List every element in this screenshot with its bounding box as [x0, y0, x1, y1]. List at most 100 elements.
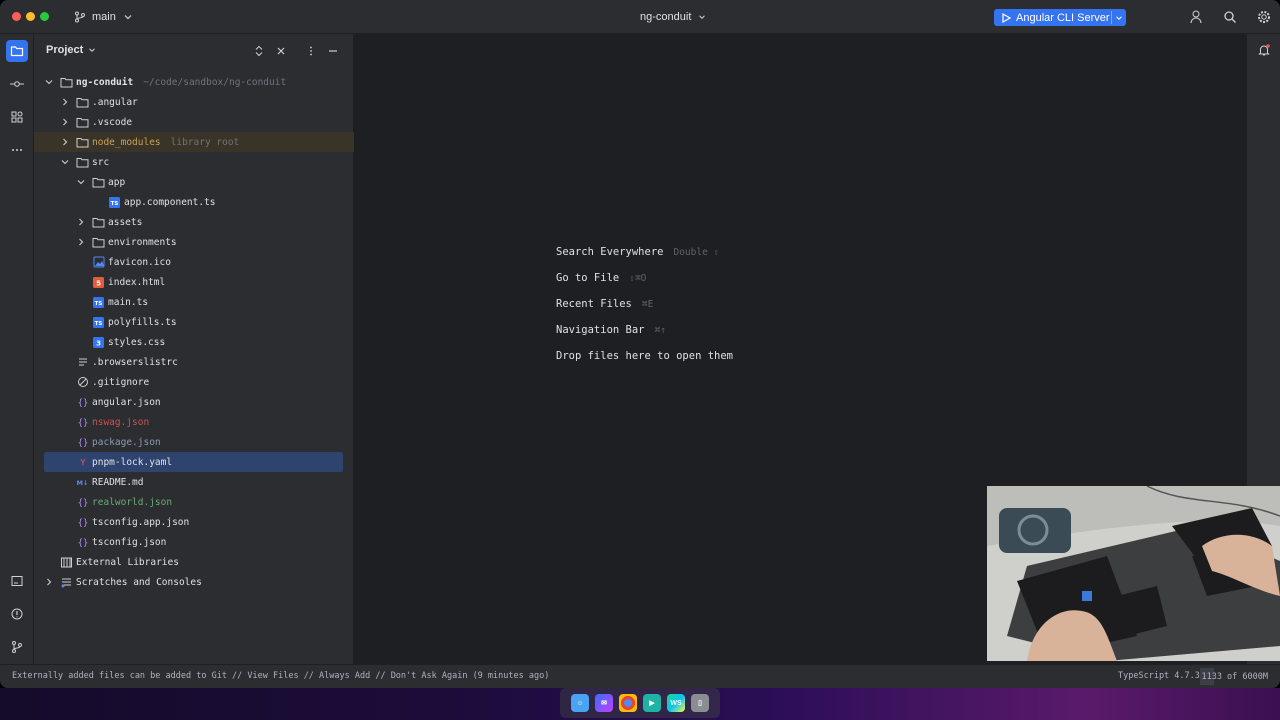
tree-item[interactable]: .browserslistrc	[34, 352, 354, 372]
close-icon[interactable]	[274, 44, 288, 58]
tree-item[interactable]: 3 styles.css	[34, 332, 354, 352]
messenger-icon[interactable]: ✉	[595, 694, 613, 712]
run-configuration-button[interactable]: Angular CLI Server	[994, 9, 1126, 26]
project-tool-button[interactable]	[6, 40, 28, 62]
minimize-icon[interactable]	[326, 44, 340, 58]
project-name: ng-conduit	[640, 11, 692, 23]
more-vertical-icon[interactable]	[304, 44, 318, 58]
tree-item[interactable]: favicon.ico	[34, 252, 354, 272]
chrome-icon[interactable]	[619, 694, 637, 712]
tree-item-name: README.md	[92, 476, 144, 488]
tree-item[interactable]: node_modules library root	[34, 132, 354, 152]
image-file-icon	[92, 256, 105, 269]
structure-tool-button[interactable]	[6, 106, 28, 128]
chevron-right-icon[interactable]	[60, 97, 70, 107]
tree-item[interactable]: {} realworld.json	[34, 492, 354, 512]
editor-hint: Search Everywhere Double ⇧	[556, 246, 719, 258]
tree-item-name: .browserslistrc	[92, 356, 178, 368]
tree-item[interactable]: .gitignore	[34, 372, 354, 392]
chevron-down-icon[interactable]	[76, 177, 86, 187]
tree-item[interactable]: ng-conduit ~/code/sandbox/ng-conduit	[34, 72, 354, 92]
gitignore-file-icon	[76, 376, 89, 389]
svg-text:{}: {}	[77, 399, 88, 409]
finder-icon[interactable]: ☺	[571, 694, 589, 712]
svg-text:TS: TS	[95, 321, 103, 327]
language-version-widget[interactable]: TypeScript 4.7.3	[1118, 671, 1200, 681]
chevron-down-icon[interactable]	[44, 77, 54, 87]
project-panel: Project ng-conduit ~/code/sandbox/ng-cond…	[34, 34, 354, 664]
chevron-down-icon[interactable]	[60, 157, 70, 167]
tree-item[interactable]: 5 index.html	[34, 272, 354, 292]
tree-item[interactable]: TS app.component.ts	[34, 192, 354, 212]
chevron-right-icon[interactable]	[60, 137, 70, 147]
tree-item-name: styles.css	[108, 336, 166, 348]
project-view-selector[interactable]: Project	[46, 44, 97, 56]
tree-item-label: app.component.ts	[124, 197, 216, 208]
tree-item[interactable]: environments	[34, 232, 354, 252]
problems-tool-button[interactable]	[6, 603, 28, 625]
editor-hint-shortcut: Double ⇧	[673, 247, 720, 258]
status-message[interactable]: Externally added files can be added to G…	[12, 671, 549, 681]
git-tool-button[interactable]	[6, 636, 28, 658]
expand-collapse-icon[interactable]	[252, 44, 266, 58]
tree-item-name: pnpm-lock.yaml	[92, 456, 173, 468]
memory-indicator[interactable]: 1133 of 6000M	[1200, 668, 1272, 685]
tree-item[interactable]: Scratches and Consoles	[34, 572, 354, 592]
app-icon[interactable]: ▶	[643, 694, 661, 712]
chevron-right-icon[interactable]	[60, 117, 70, 127]
trash-icon[interactable]: ▯	[691, 694, 709, 712]
tree-item-label: node_modules library root	[92, 137, 239, 148]
svg-text:{}: {}	[77, 539, 88, 549]
tree-item[interactable]: .vscode	[34, 112, 354, 132]
project-widget[interactable]: ng-conduit	[640, 9, 707, 25]
tree-item-name: favicon.ico	[108, 256, 171, 268]
webstorm-icon[interactable]: WS	[667, 694, 685, 712]
tree-item-name: app.component.ts	[124, 196, 216, 208]
branch-widget[interactable]: main	[74, 9, 134, 25]
run-configuration-label: Angular CLI Server	[1016, 11, 1110, 24]
tree-item[interactable]: {} tsconfig.app.json	[34, 512, 354, 532]
gear-icon[interactable]	[1256, 9, 1272, 25]
run-config-dropdown[interactable]	[1112, 13, 1126, 23]
tree-item[interactable]: TS main.ts	[34, 292, 354, 312]
editor-hint-label: Drop files here to open them	[556, 350, 734, 362]
tree-item[interactable]: {} package.json	[34, 432, 354, 452]
tree-item-label: .gitignore	[92, 377, 149, 388]
tree-item[interactable]: {} angular.json	[34, 392, 354, 412]
tree-item-name: src	[92, 156, 110, 168]
tree-item[interactable]: src	[34, 152, 354, 172]
chevron-right-icon[interactable]	[44, 577, 54, 587]
editor-hint-label: Recent Files	[556, 298, 632, 310]
commit-tool-button[interactable]	[6, 73, 28, 95]
add-user-icon[interactable]	[1189, 9, 1205, 25]
editor-hint: Drop files here to open them	[556, 350, 733, 362]
folder-icon	[92, 236, 105, 249]
tree-item[interactable]: M↓ README.md	[34, 472, 354, 492]
tree-item[interactable]: TS polyfills.ts	[34, 312, 354, 332]
tree-item[interactable]: {} tsconfig.json	[34, 532, 354, 552]
tree-item[interactable]: .angular	[34, 92, 354, 112]
zoom-window-button[interactable]	[40, 12, 49, 21]
typescript-file-icon: TS	[92, 316, 105, 329]
structure-icon	[11, 111, 23, 123]
tree-item[interactable]: assets	[34, 212, 354, 232]
tree-item[interactable]: External Libraries	[34, 552, 354, 572]
tree-item[interactable]: app	[34, 172, 354, 192]
editor-hint-label: Navigation Bar	[556, 324, 645, 336]
tree-item[interactable]: Ypnpm-lock.yaml	[44, 452, 343, 472]
more-tools-button[interactable]	[6, 139, 28, 161]
tree-item[interactable]: {} nswag.json	[34, 412, 354, 432]
folder-icon	[76, 136, 89, 149]
tree-item-label: README.md	[92, 477, 143, 488]
tree-item-name: .angular	[92, 96, 138, 108]
close-window-button[interactable]	[12, 12, 21, 21]
problems-icon	[11, 608, 23, 620]
chevron-right-icon[interactable]	[76, 217, 86, 227]
folder-icon	[76, 156, 89, 169]
notifications-bell-icon[interactable]	[1257, 43, 1271, 57]
search-icon[interactable]	[1222, 9, 1238, 25]
webcam-overlay	[987, 486, 1280, 661]
chevron-right-icon[interactable]	[76, 237, 86, 247]
minimize-window-button[interactable]	[26, 12, 35, 21]
terminal-tool-button[interactable]	[6, 570, 28, 592]
